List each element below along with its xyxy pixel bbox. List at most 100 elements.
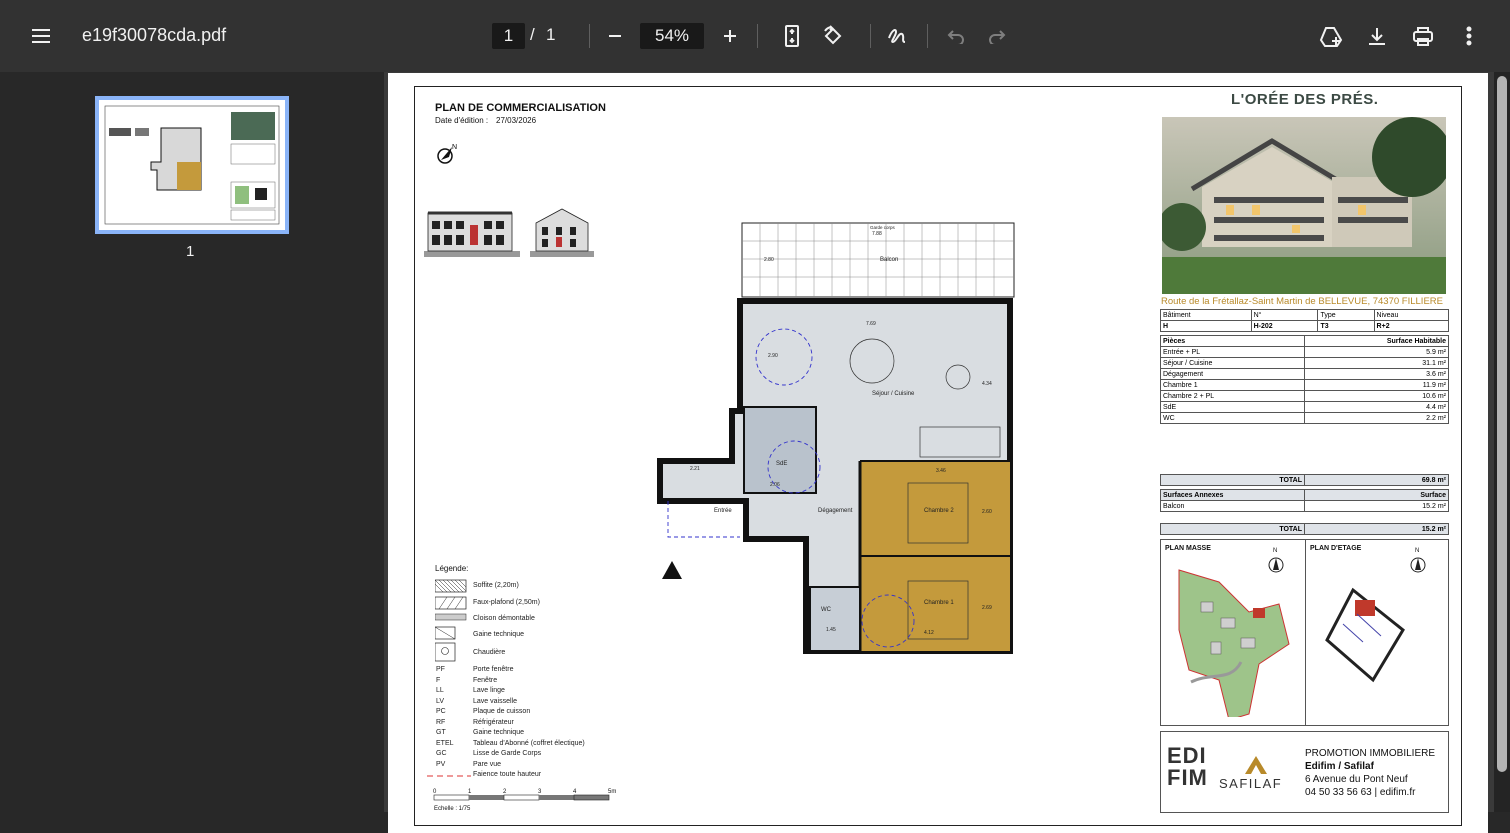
annex-name: Balcon <box>1160 500 1305 512</box>
side-elevation-image <box>530 208 594 257</box>
pdf-toolbar: e19f30078cda.pdf 1 / 1 54% <box>0 0 1510 72</box>
zoom-in-icon[interactable] <box>716 22 744 50</box>
total-label: TOTAL <box>1160 474 1305 486</box>
legend-item: Chaudière <box>473 649 506 656</box>
room-area: 5.9 m² <box>1304 346 1449 358</box>
toolbar-divider <box>927 24 928 48</box>
site-plans-box: PLAN MASSE PLAN D'ETAGE N N <box>1160 539 1449 726</box>
legend-abbr-value: Faience toute hauteur <box>473 771 542 778</box>
plan-dim: 2.60 <box>982 509 992 515</box>
lot-value: R+2 <box>1373 320 1450 332</box>
legend-abbr-value: Lave vaisselle <box>473 697 517 705</box>
lot-header: Niveau <box>1373 309 1450 321</box>
plan-label-entree: Entrée <box>714 508 732 514</box>
room-area: 4.4 m² <box>1304 401 1449 413</box>
fit-page-icon[interactable] <box>778 22 806 50</box>
legend-abbr-value: Fenêtre <box>473 676 498 684</box>
facade-elevation-image <box>424 211 520 257</box>
viewer-scrollbar[interactable] <box>1494 72 1510 812</box>
legend-item: Faux-plafond (2,50m) <box>473 599 540 606</box>
room-area: 11.9 m² <box>1304 379 1449 391</box>
annex-table: Surfaces Annexes Surface Balcon 15.2 m² <box>1160 489 1449 512</box>
scrollbar-thumb[interactable] <box>1497 76 1507 772</box>
edition-date-label: Date d'édition : <box>435 116 489 125</box>
room-name: WC <box>1160 412 1305 424</box>
page-separator: / <box>530 25 535 44</box>
room-row: Dégagement 3.6 m² <box>1160 368 1449 380</box>
plan-label-chambre1: Chambre 1 <box>924 600 954 606</box>
scale-tick: 2 <box>503 789 507 795</box>
promoter-title: PROMOTION IMMOBILIERE <box>1305 748 1436 759</box>
plan-label-chambre2: Chambre 2 <box>924 508 954 514</box>
menu-icon[interactable] <box>27 22 55 50</box>
room-area: 3.6 m² <box>1304 368 1449 380</box>
zoom-level-input[interactable]: 54% <box>640 23 704 49</box>
more-options-icon[interactable] <box>1455 22 1483 50</box>
plan-label-garde-corps: Garde corps <box>870 225 896 230</box>
plan-dim: 7.69 <box>866 321 876 327</box>
promoter-box: EDI FIM SAFILAF PROMOTION IMMOBILIERE Ed… <box>1160 731 1449 813</box>
legend-abbr-value: Tableau d'Abonné (coffret électique) <box>473 739 585 747</box>
toolbar-divider <box>589 24 590 48</box>
page-number-input[interactable]: 1 <box>492 23 525 49</box>
plan-label-wc: WC <box>821 607 832 613</box>
room-name: Chambre 2 + PL <box>1160 390 1305 402</box>
plan-label-sde: SdE <box>776 461 787 467</box>
save-to-drive-icon[interactable] <box>1317 22 1345 50</box>
promoter-address: 6 Avenue du Pont Neuf <box>1305 774 1408 785</box>
lot-value: H <box>1160 320 1252 332</box>
annex-header-name: Surfaces Annexes <box>1160 489 1305 501</box>
legend-abbr-key: F <box>436 676 441 684</box>
room-name: SdE <box>1160 401 1305 413</box>
toolbar-divider <box>757 24 758 48</box>
legend-abbr-value: Lisse de Garde Corps <box>473 750 542 757</box>
print-icon[interactable] <box>1409 22 1437 50</box>
legend-abbr-key: PF <box>436 666 445 673</box>
document-title: e19f30078cda.pdf <box>82 25 227 45</box>
legend-abbr-value: Plaque de cuisson <box>473 708 531 715</box>
room-name: Dégagement <box>1160 368 1305 380</box>
building-render-image <box>1162 117 1446 294</box>
room-name: Entrée + PL <box>1160 346 1305 358</box>
plan-dim: 3.46 <box>936 468 946 474</box>
plan-dim: 7.88 <box>872 231 882 237</box>
annotate-pen-icon[interactable] <box>884 22 912 50</box>
promoter-contact: 04 50 33 56 63 | edifim.fr <box>1305 787 1416 798</box>
plan-etage-image <box>1325 587 1405 683</box>
legend-abbr-value: Pare vue <box>473 760 502 768</box>
legend-item: Soffite (2,20m) <box>473 582 519 589</box>
promoter-company: Edifim / Safilaf <box>1305 761 1374 772</box>
room-row: WC 2.2 m² <box>1160 412 1449 424</box>
legend-swatches <box>435 579 467 662</box>
lot-header: Type <box>1317 309 1375 321</box>
brand-logo-text: L'ORÉE DES PRÉS. <box>1231 91 1379 108</box>
room-area: 2.2 m² <box>1304 412 1449 424</box>
redo-icon[interactable] <box>983 22 1011 50</box>
rooms-header-area: Surface Habitable <box>1304 335 1449 347</box>
north-label: N <box>1273 548 1278 554</box>
floor-plan-drawing: Balcon Séjour / Cuisine SdE Entrée Dégag… <box>657 222 1015 654</box>
plan-masse-title: PLAN MASSE <box>1165 545 1211 552</box>
plan-masse-image <box>1178 569 1290 717</box>
plan-dim: 2.69 <box>982 605 992 611</box>
plan-label-degagement: Dégagement <box>818 508 853 514</box>
download-icon[interactable] <box>1363 22 1391 50</box>
plan-dim: 4.34 <box>982 381 992 387</box>
rooms-table: Pièces Surface Habitable Entrée + PL 5.9 … <box>1160 335 1449 424</box>
legend-abbr-value: Réfrigérateur <box>473 718 514 726</box>
zoom-out-icon[interactable] <box>601 22 629 50</box>
total-table: TOTAL 69.8 m² <box>1160 474 1449 486</box>
project-address: Route de la Frétallaz-Saint Martin de BE… <box>1161 296 1443 307</box>
rotate-icon[interactable] <box>819 22 847 50</box>
room-row: SdE 4.4 m² <box>1160 401 1449 413</box>
undo-icon[interactable] <box>942 22 970 50</box>
legend-abbr-value: Lave linge <box>473 687 505 694</box>
room-area: 31.1 m² <box>1304 357 1449 369</box>
plan-dim: 1.45 <box>826 627 836 633</box>
svg-text:N: N <box>452 144 457 151</box>
lot-header: Bâtiment <box>1160 309 1252 321</box>
scale-tick: 0 <box>433 789 437 795</box>
page-thumbnail[interactable] <box>95 96 289 234</box>
legend-abbr-key: GC <box>436 750 447 757</box>
pdf-page: PLAN DE COMMERCIALISATION Date d'édition… <box>388 73 1488 833</box>
